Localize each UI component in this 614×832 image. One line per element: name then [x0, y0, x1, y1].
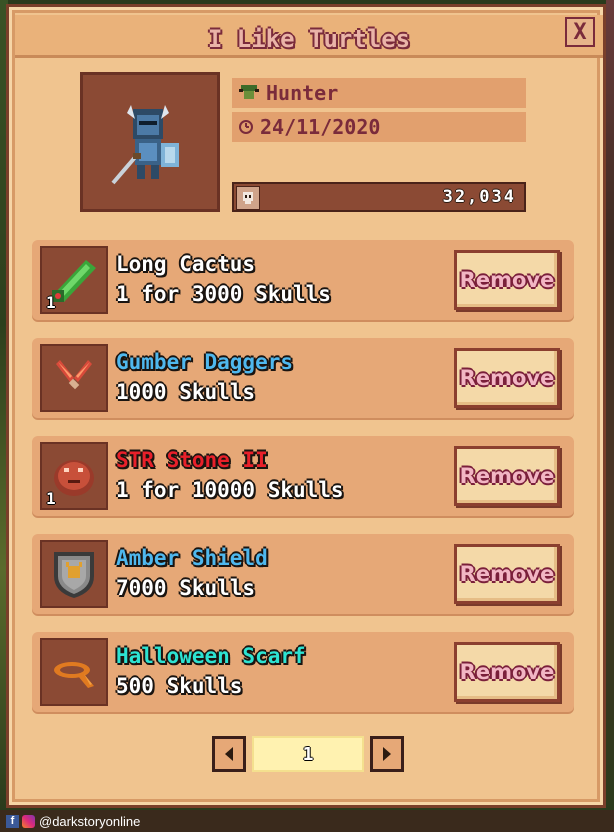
- list-item: 1 Long Cactus 1 for 3000 Skulls Remove: [32, 240, 574, 320]
- remove-button[interactable]: Remove: [454, 642, 560, 702]
- item-name: STR Stone II: [116, 448, 268, 472]
- item-quantity: 1: [46, 293, 56, 312]
- item-icon-slot: 1: [40, 442, 108, 510]
- item-icon-slot: [40, 344, 108, 412]
- instagram-icon: [22, 814, 35, 828]
- skull-balance: 32,034: [442, 187, 516, 207]
- clock-icon: [238, 119, 254, 135]
- skull-balance-bar: 32,034: [232, 182, 526, 212]
- next-page-button[interactable]: [370, 736, 404, 772]
- arrow-left-icon: [225, 747, 233, 761]
- facebook-icon: f: [6, 814, 19, 828]
- item-price: 1000 Skulls: [116, 380, 256, 404]
- list-item: Gumber Daggers 1000 Skulls Remove: [32, 338, 574, 418]
- item-price: 1 for 3000 Skulls: [116, 282, 331, 306]
- class-row: Hunter: [232, 78, 526, 108]
- hunter-class-icon: [238, 83, 260, 103]
- page-number: 1: [252, 736, 364, 772]
- remove-button[interactable]: Remove: [454, 544, 560, 604]
- list-item: Halloween Scarf 500 Skulls Remove: [32, 632, 574, 712]
- prev-page-button[interactable]: [212, 736, 246, 772]
- background-right: [606, 0, 614, 812]
- item-price: 500 Skulls: [116, 674, 243, 698]
- item-name: Amber Shield: [116, 546, 268, 570]
- item-name: Halloween Scarf: [116, 644, 306, 668]
- item-icon-slot: [40, 638, 108, 706]
- list-item: 1 STR Stone II 1 for 10000 Skulls Remove: [32, 436, 574, 516]
- class-name: Hunter: [266, 81, 339, 105]
- remove-button[interactable]: Remove: [454, 446, 560, 506]
- remove-button[interactable]: Remove: [454, 348, 560, 408]
- item-name: Gumber Daggers: [116, 350, 294, 374]
- item-icon-slot: [40, 540, 108, 608]
- item-quantity: 1: [46, 489, 56, 508]
- date-row: 24/11/2020: [232, 112, 526, 142]
- daggers-icon: [56, 360, 92, 390]
- remove-button[interactable]: Remove: [454, 250, 560, 310]
- knight-avatar-icon: [111, 105, 179, 185]
- social-handle: @darkstoryonline: [39, 813, 141, 829]
- panel-title: I Like Turtles: [207, 25, 411, 53]
- item-icon-slot: 1: [40, 246, 108, 314]
- listing-date: 24/11/2020: [260, 115, 381, 139]
- amber-shield-icon: [54, 552, 94, 598]
- item-name: Long Cactus: [116, 252, 256, 276]
- skull-icon: [236, 186, 260, 210]
- arrow-right-icon: [383, 747, 391, 761]
- item-price: 7000 Skulls: [116, 576, 256, 600]
- item-price: 1 for 10000 Skulls: [116, 478, 344, 502]
- title-bar: I Like Turtles: [15, 15, 603, 58]
- player-portrait: [80, 72, 220, 212]
- footer-bar: f @darkstoryonline: [0, 810, 614, 832]
- halloween-scarf-icon: [54, 662, 94, 688]
- list-item: Amber Shield 7000 Skulls Remove: [32, 534, 574, 614]
- close-button[interactable]: X: [565, 17, 595, 47]
